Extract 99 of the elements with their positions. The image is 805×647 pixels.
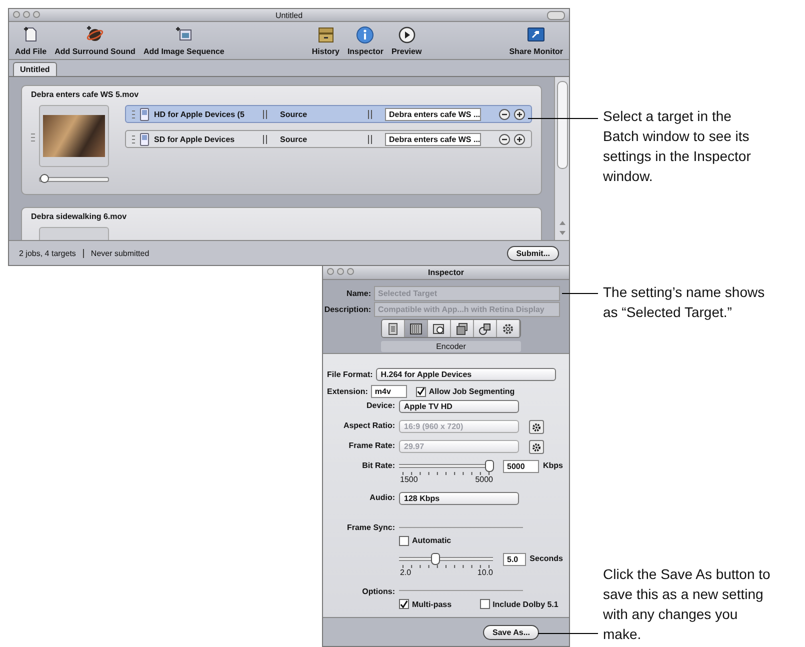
field-label: File Format: <box>327 370 373 380</box>
toolbar-button[interactable]: Add File <box>15 26 47 56</box>
gear-icon <box>532 442 541 452</box>
checkbox-label: Multi-pass <box>412 600 452 608</box>
toolbar-button[interactable]: Share Monitor <box>509 26 563 56</box>
remove-icon[interactable] <box>499 134 510 144</box>
pane-tab[interactable] <box>428 320 451 337</box>
output-name-field[interactable]: Debra enters cafe WS ... <box>385 108 481 120</box>
checkbox[interactable] <box>480 599 490 609</box>
stacked-frames-icon <box>455 322 469 336</box>
scale-label: 10.0 <box>477 568 493 577</box>
toolbar-button[interactable]: Inspector <box>347 26 384 56</box>
save-as-button[interactable]: Save As... <box>483 624 539 640</box>
target-row[interactable]: SD for Apple Devices Source Debra enters cafe WS ... <box>125 130 532 148</box>
remove-icon[interactable] <box>499 108 510 120</box>
callout-text: The setting’s name shows as “Selected Target.” <box>603 283 766 322</box>
field-label: Options: <box>361 586 395 596</box>
device-icon <box>140 132 149 146</box>
photo-placeholder <box>43 115 105 157</box>
value-field[interactable]: 5.0 <box>503 552 526 566</box>
popup-menu[interactable]: 128 Kbps <box>399 492 519 505</box>
toolbar-button[interactable]: Add Surround Sound <box>54 26 136 56</box>
scale-label: 2.0 <box>400 568 412 577</box>
tab[interactable]: Untitled <box>13 62 57 76</box>
device-icon <box>140 108 149 120</box>
status-text: 2 jobs, 4 targets <box>19 248 76 258</box>
leader-line <box>538 633 598 634</box>
job-name: Debra sidewalking 6.mov <box>31 212 128 221</box>
shapes-icon <box>478 322 492 336</box>
field-label: Extension: <box>327 387 368 396</box>
unit-label: Seconds <box>530 552 563 563</box>
checkbox[interactable] <box>416 386 426 397</box>
callout-text: Select a target in the Batch window to see its settings in the Inspector window. <box>603 107 752 186</box>
add-icon[interactable] <box>514 108 525 120</box>
toolbar-button[interactable]: Preview <box>391 26 422 56</box>
value-field[interactable]: 5000 <box>503 460 539 474</box>
planet-icon <box>86 26 104 44</box>
leader-line <box>528 118 598 119</box>
popup-menu[interactable]: Apple TV HD <box>399 400 519 414</box>
target-destination: Source <box>280 134 308 144</box>
checkbox-label: Automatic <box>412 536 452 546</box>
scale-label: 5000 <box>475 475 493 484</box>
info-icon <box>356 26 374 44</box>
add-icon[interactable] <box>514 134 525 144</box>
field-label: Audio: <box>368 492 395 502</box>
target-destination: Source <box>280 110 308 118</box>
scale-label: 1500 <box>400 475 418 484</box>
leader-line <box>562 293 598 294</box>
film-grid-icon <box>409 322 423 336</box>
scroll-thumb[interactable] <box>556 81 568 169</box>
unit-label: Kbps <box>543 460 563 470</box>
scrub-slider[interactable] <box>39 177 109 182</box>
checkbox-label: Allow Job Segmenting <box>428 387 515 396</box>
pane-title: Encoder <box>381 341 521 352</box>
pane-tab[interactable] <box>497 320 520 337</box>
slider-thumb[interactable] <box>485 460 494 472</box>
checkbox[interactable] <box>399 536 409 546</box>
field-label: Device: <box>366 400 395 410</box>
extension-field[interactable]: m4v <box>370 385 407 398</box>
checkbox[interactable] <box>399 599 409 609</box>
field-label: Name: <box>346 288 371 298</box>
job-name: Debra enters cafe WS 5.mov <box>31 90 140 99</box>
target-setting: SD for Apple Devices <box>154 134 236 144</box>
play-icon <box>398 26 416 44</box>
document-icon <box>386 322 400 336</box>
scrollbar[interactable] <box>554 77 569 240</box>
slider-thumb[interactable] <box>431 552 440 565</box>
drawer-icon <box>316 26 335 44</box>
target-setting: HD for Apple Devices (5 <box>154 110 246 118</box>
checkbox-label: Include Dolby 5.1 <box>492 600 558 608</box>
toolbar-button[interactable]: History <box>312 26 340 56</box>
gear-icon <box>501 322 515 336</box>
monitor-icon <box>527 26 546 44</box>
submit-button[interactable]: Submit... <box>507 246 559 260</box>
pane-tab[interactable] <box>382 320 405 337</box>
checkmark-icon <box>400 600 408 608</box>
status-text: Never submitted <box>90 248 150 258</box>
toolbar-button[interactable]: Add Image Sequence <box>143 26 224 56</box>
field-label: Frame Sync: <box>346 522 395 532</box>
target-row[interactable]: HD for Apple Devices (5 Source Debra enters cafe WS ... <box>125 105 532 123</box>
segmented-control[interactable] <box>381 319 521 338</box>
checkmark-icon <box>416 387 425 396</box>
field-label: Frame Rate: <box>348 440 395 450</box>
field-label: Description: <box>323 304 371 314</box>
file-format-popup[interactable]: H.264 for Apple Devices <box>376 368 556 382</box>
picture-clock-icon <box>432 322 446 336</box>
toolbar-toggle-button[interactable] <box>547 11 565 20</box>
callout-text: Click the Save As button to save this as a new setting with any changes you make. <box>603 565 771 644</box>
field-label: Bit Rate: <box>361 460 395 470</box>
slider-thumb[interactable] <box>40 174 49 183</box>
window-title: Inspector <box>428 268 464 277</box>
output-name-field[interactable]: Debra enters cafe WS ... <box>385 132 481 146</box>
gear-icon <box>532 422 541 432</box>
window-title: Untitled <box>275 10 303 20</box>
field-label: Aspect Ratio: <box>342 420 395 430</box>
pane-tab[interactable] <box>405 320 428 337</box>
scroll-arrows-icon[interactable] <box>558 220 566 236</box>
pane-tab[interactable] <box>474 320 497 337</box>
pane-tab[interactable] <box>451 320 474 337</box>
